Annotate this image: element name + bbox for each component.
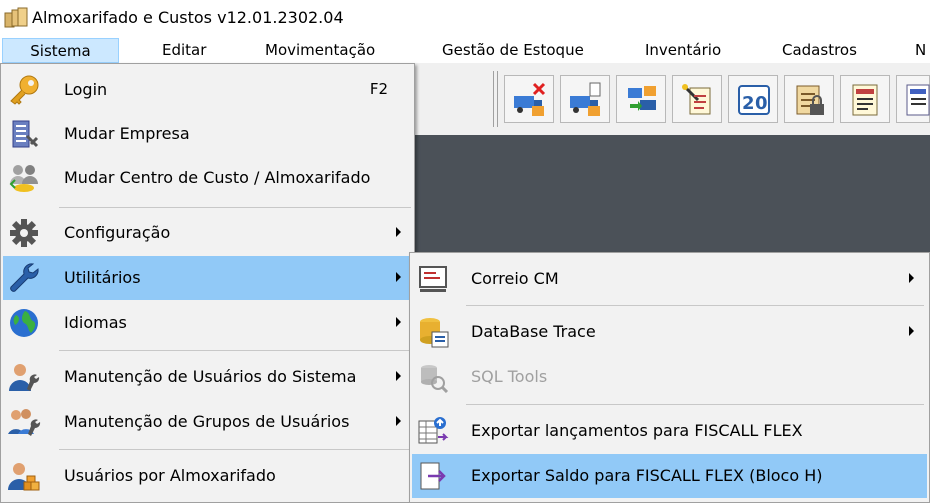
utilitarios-submenu: Correio CM DataBase Trace SQL Tools Expo… xyxy=(409,252,930,503)
menu-item-utilitarios[interactable]: Utilitários xyxy=(3,256,410,300)
menu-item-mudar-centro-custo[interactable]: Mudar Centro de Custo / Almoxarifado xyxy=(3,156,412,200)
menu-editar[interactable]: Editar xyxy=(162,38,206,63)
report-icon xyxy=(906,84,930,116)
counter-20-icon: 2 0 xyxy=(738,85,770,115)
sistema-menu: Login F2 Mudar Empresa Mudar Centro de C… xyxy=(0,63,415,503)
menu-item-label: Idiomas xyxy=(64,313,127,332)
submenu-arrow-icon xyxy=(396,371,401,381)
window-title: Almoxarifado e Custos v12.01.2302.04 xyxy=(32,8,344,27)
menu-item-configuracao[interactable]: Configuração xyxy=(3,211,412,255)
user-boxes-icon xyxy=(7,460,41,492)
menu-separator xyxy=(466,305,924,306)
title-bar: Almoxarifado e Custos v12.01.2302.04 xyxy=(0,0,930,38)
submenu-arrow-icon xyxy=(396,272,401,282)
export-table-icon xyxy=(416,415,450,447)
menu-item-manutencao-grupos[interactable]: Manutenção de Grupos de Usuários xyxy=(3,400,412,444)
submenu-arrow-icon xyxy=(396,317,401,327)
toolbar-button-truck-cancel[interactable] xyxy=(504,75,554,123)
menu-movimentacao[interactable]: Movimentação xyxy=(265,38,375,63)
menu-item-label: Mudar Centro de Custo / Almoxarifado xyxy=(64,168,371,187)
menu-separator xyxy=(466,404,924,405)
svg-text:2: 2 xyxy=(742,93,755,114)
truck-document-icon xyxy=(570,82,601,116)
group-wrench-icon xyxy=(7,406,41,438)
menu-separator xyxy=(59,449,411,450)
report-list-icon xyxy=(852,84,878,116)
submenu-arrow-icon xyxy=(396,416,401,426)
submenu-arrow-icon xyxy=(909,326,914,336)
toolbar-button-report[interactable] xyxy=(896,75,930,123)
menu-separator xyxy=(59,207,411,208)
database-trace-icon xyxy=(416,316,450,348)
toolbar-button-truck-transfer[interactable] xyxy=(616,75,666,123)
menu-bar: Sistema Editar Movimentação Gestão de Es… xyxy=(0,38,930,63)
boxes-icon xyxy=(4,7,28,29)
menu-separator xyxy=(59,350,411,351)
menu-item-usuarios-almoxarifado[interactable]: Usuários por Almoxarifado xyxy=(3,454,412,498)
clipboard-lock-icon xyxy=(796,85,824,115)
menu-item-idiomas[interactable]: Idiomas xyxy=(3,301,412,345)
menu-item-label: Exportar lançamentos para FISCALL FLEX xyxy=(471,421,803,440)
menu-item-sql-tools[interactable]: SQL Tools xyxy=(412,355,927,399)
menu-inventario[interactable]: Inventário xyxy=(645,38,721,63)
toolbar-button-counter[interactable]: 2 0 xyxy=(728,75,778,123)
toolbar-grip[interactable] xyxy=(493,71,498,127)
menu-item-login[interactable]: Login F2 xyxy=(3,68,412,112)
svg-text:0: 0 xyxy=(755,93,768,114)
menu-item-label: Usuários por Almoxarifado xyxy=(64,466,276,485)
menu-item-exportar-saldo[interactable]: Exportar Saldo para FISCALL FLEX (Bloco … xyxy=(412,454,927,498)
wand-document-icon xyxy=(682,84,711,115)
menu-item-mudar-empresa[interactable]: Mudar Empresa xyxy=(3,112,412,156)
menu-item-label: Login xyxy=(64,80,108,99)
truck-transfer-icon xyxy=(628,86,656,111)
menu-cadastros[interactable]: Cadastros xyxy=(782,38,857,63)
gear-icon xyxy=(7,217,41,249)
menu-item-shortcut: F2 xyxy=(369,80,388,98)
menu-item-label: Exportar Saldo para FISCALL FLEX (Bloco … xyxy=(471,466,823,485)
submenu-arrow-icon xyxy=(909,273,914,283)
menu-sistema[interactable]: Sistema xyxy=(2,38,119,63)
submenu-arrow-icon xyxy=(396,227,401,237)
menu-item-exportar-lancamentos[interactable]: Exportar lançamentos para FISCALL FLEX xyxy=(412,409,927,453)
menu-item-label: Manutenção de Grupos de Usuários xyxy=(64,412,350,431)
globe-icon xyxy=(7,307,41,339)
menu-n[interactable]: N xyxy=(915,38,926,63)
menu-item-label: Mudar Empresa xyxy=(64,124,190,143)
people-exchange-icon xyxy=(7,162,41,194)
menu-item-correio-cm[interactable]: Correio CM xyxy=(412,257,927,301)
toolbar-button-report-list[interactable] xyxy=(840,75,890,123)
menu-item-label: DataBase Trace xyxy=(471,322,596,341)
menu-item-manutencao-usuarios[interactable]: Manutenção de Usuários do Sistema xyxy=(3,355,412,399)
menu-item-label: Configuração xyxy=(64,223,171,242)
menu-item-label: Manutenção de Usuários do Sistema xyxy=(64,367,357,386)
menu-item-label: SQL Tools xyxy=(471,367,548,386)
sql-tools-icon xyxy=(416,361,450,394)
menu-item-label: Utilitários xyxy=(64,268,141,287)
menu-gestao-estoque[interactable]: Gestão de Estoque xyxy=(442,38,584,63)
wrench-icon xyxy=(7,262,41,294)
menu-item-database-trace[interactable]: DataBase Trace xyxy=(412,310,927,354)
mail-screen-icon xyxy=(416,263,450,295)
truck-cancel-icon xyxy=(514,82,546,116)
toolbar-button-clipboard-lock[interactable] xyxy=(784,75,834,123)
toolbar-button-wand-document[interactable] xyxy=(672,75,722,123)
export-arrow-icon xyxy=(416,460,450,492)
toolbar-button-truck-document[interactable] xyxy=(560,75,610,123)
key-icon xyxy=(7,74,41,106)
user-wrench-icon xyxy=(7,361,41,393)
menu-item-label: Correio CM xyxy=(471,269,559,288)
building-icon xyxy=(7,118,41,150)
